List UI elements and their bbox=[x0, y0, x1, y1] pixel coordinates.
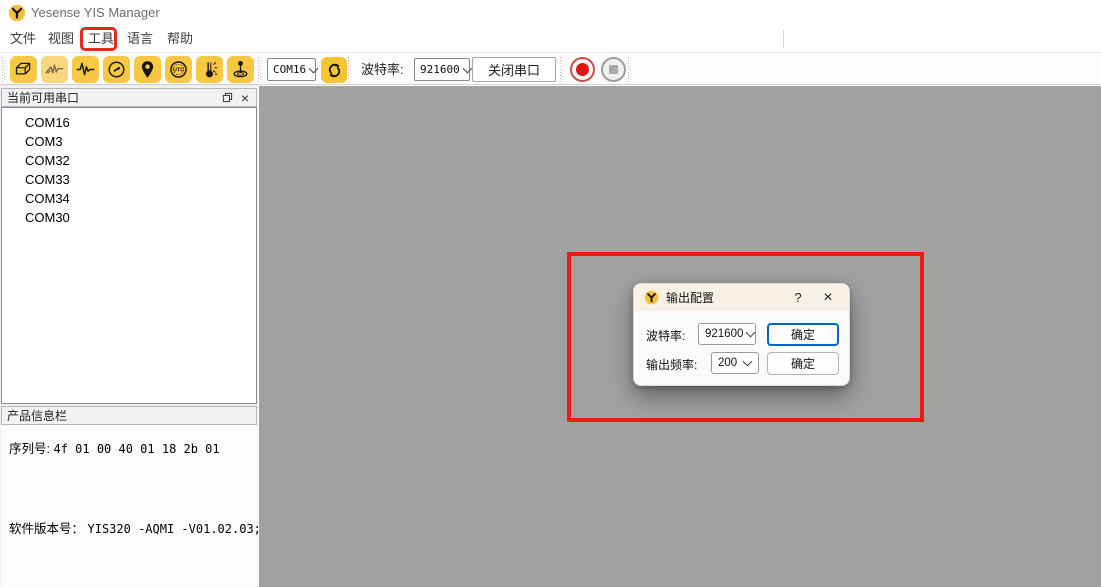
toolbar-grip[interactable] bbox=[628, 57, 632, 82]
gauge-icon[interactable] bbox=[103, 56, 130, 83]
menu-language[interactable]: 语言 bbox=[127, 26, 153, 52]
com-port-select[interactable]: COM16 bbox=[267, 58, 316, 81]
dialog-baud-label: 波特率: bbox=[646, 327, 685, 344]
baud-rate-select[interactable]: 921600 bbox=[414, 58, 470, 81]
stop-icon bbox=[609, 65, 618, 74]
dialog-freq-label: 输出频率: bbox=[646, 356, 697, 373]
window-title: Yesense YIS Manager bbox=[31, 0, 160, 26]
dialog-baud-ok-button[interactable]: 确定 bbox=[767, 323, 839, 346]
float-panel-icon[interactable] bbox=[218, 89, 236, 106]
software-version-line: 软件版本号： YIS320 -AQMI -V01.02.03; bbox=[9, 518, 261, 537]
toolbar-grip[interactable] bbox=[258, 57, 262, 82]
toolbar-grip[interactable] bbox=[348, 57, 352, 82]
ports-panel-title: 当前可用串口 bbox=[2, 89, 218, 106]
port-list-item[interactable]: COM3 bbox=[2, 132, 256, 151]
probe-icon[interactable] bbox=[227, 56, 254, 83]
info-panel-title: 产品信息栏 bbox=[2, 407, 256, 424]
record-icon bbox=[576, 63, 589, 76]
baud-rate-value: 921600 bbox=[415, 63, 460, 76]
software-version-value: YIS320 -AQMI -V01.02.03; bbox=[88, 522, 261, 536]
chevron-down-icon bbox=[462, 63, 472, 73]
dialog-freq-value: 200 bbox=[712, 357, 740, 369]
port-list-item[interactable]: COM16 bbox=[2, 113, 256, 132]
left-dock-column: 当前可用串口 × COM16 COM3 COM32 COM33 COM34 CO… bbox=[0, 85, 258, 587]
chevron-down-icon bbox=[743, 357, 753, 367]
ports-list: COM16 COM3 COM32 COM33 COM34 COM30 bbox=[1, 107, 257, 404]
waveform-pulse-icon[interactable] bbox=[72, 56, 99, 83]
com-port-value: COM16 bbox=[268, 63, 306, 76]
stop-button[interactable] bbox=[601, 57, 626, 82]
serial-number-label: 序列号: bbox=[9, 442, 50, 456]
thermometer-icon[interactable] bbox=[196, 56, 223, 83]
yesense-logo-icon bbox=[8, 4, 26, 22]
menu-help[interactable]: 帮助 bbox=[167, 26, 193, 52]
record-button[interactable] bbox=[570, 57, 595, 82]
serial-number-value: 4f 01 00 40 01 18 2b 01 bbox=[53, 442, 219, 456]
cube-3d-icon[interactable] bbox=[10, 56, 37, 83]
dialog-baud-value: 921600 bbox=[699, 328, 743, 340]
dialog-freq-ok-button[interactable]: 确定 bbox=[767, 352, 839, 375]
svg-text:UTC: UTC bbox=[173, 68, 184, 74]
refresh-ports-button[interactable] bbox=[321, 57, 347, 83]
toolbar-grip[interactable] bbox=[560, 57, 564, 82]
annotation-rectangle-tools-menu bbox=[80, 27, 117, 51]
location-pin-icon[interactable] bbox=[134, 56, 161, 83]
menu-divider bbox=[783, 30, 784, 48]
chevron-down-icon bbox=[309, 63, 319, 73]
port-list-item[interactable]: COM34 bbox=[2, 189, 256, 208]
port-list-item[interactable]: COM32 bbox=[2, 151, 256, 170]
toolbar: UTC COM16 bbox=[0, 52, 1101, 85]
menu-file[interactable]: 文件 bbox=[10, 26, 36, 52]
software-version-label: 软件版本号： bbox=[9, 522, 84, 536]
yesense-logo-icon bbox=[644, 290, 659, 305]
dialog-title: 输出配置 bbox=[666, 289, 783, 306]
dialog-freq-select[interactable]: 200 bbox=[711, 352, 759, 374]
title-bar: Yesense YIS Manager bbox=[0, 0, 1101, 26]
chevron-down-icon bbox=[746, 328, 756, 338]
output-config-dialog: 输出配置 ? × 波特率: 921600 确定 输出频率: 200 确定 bbox=[633, 283, 850, 386]
menu-bar: 文件 视图 工具 语言 帮助 bbox=[0, 26, 1101, 52]
info-panel-header: 产品信息栏 bbox=[1, 406, 257, 425]
waveform-angle-icon[interactable] bbox=[41, 56, 68, 83]
serial-number-line: 序列号: 4f 01 00 40 01 18 2b 01 bbox=[9, 438, 220, 457]
toolbar-grip[interactable] bbox=[2, 57, 6, 82]
dialog-close-icon[interactable]: × bbox=[813, 284, 843, 311]
ports-panel-header: 当前可用串口 × bbox=[1, 88, 257, 107]
dialog-help-button[interactable]: ? bbox=[783, 284, 813, 311]
close-panel-icon[interactable]: × bbox=[236, 89, 254, 106]
dialog-baud-select[interactable]: 921600 bbox=[698, 323, 756, 345]
close-serial-port-button[interactable]: 关闭串口 bbox=[472, 57, 556, 82]
utc-clock-icon[interactable]: UTC bbox=[165, 56, 192, 83]
baud-rate-label: 波特率: bbox=[361, 53, 404, 86]
dialog-title-bar: 输出配置 ? × bbox=[634, 284, 849, 311]
info-panel-body: 序列号: 4f 01 00 40 01 18 2b 01 软件版本号： YIS3… bbox=[1, 425, 257, 587]
port-list-item[interactable]: COM33 bbox=[2, 170, 256, 189]
menu-view[interactable]: 视图 bbox=[48, 26, 74, 52]
app-window: Yesense YIS Manager 文件 视图 工具 语言 帮助 bbox=[0, 0, 1101, 587]
port-list-item[interactable]: COM30 bbox=[2, 208, 256, 227]
